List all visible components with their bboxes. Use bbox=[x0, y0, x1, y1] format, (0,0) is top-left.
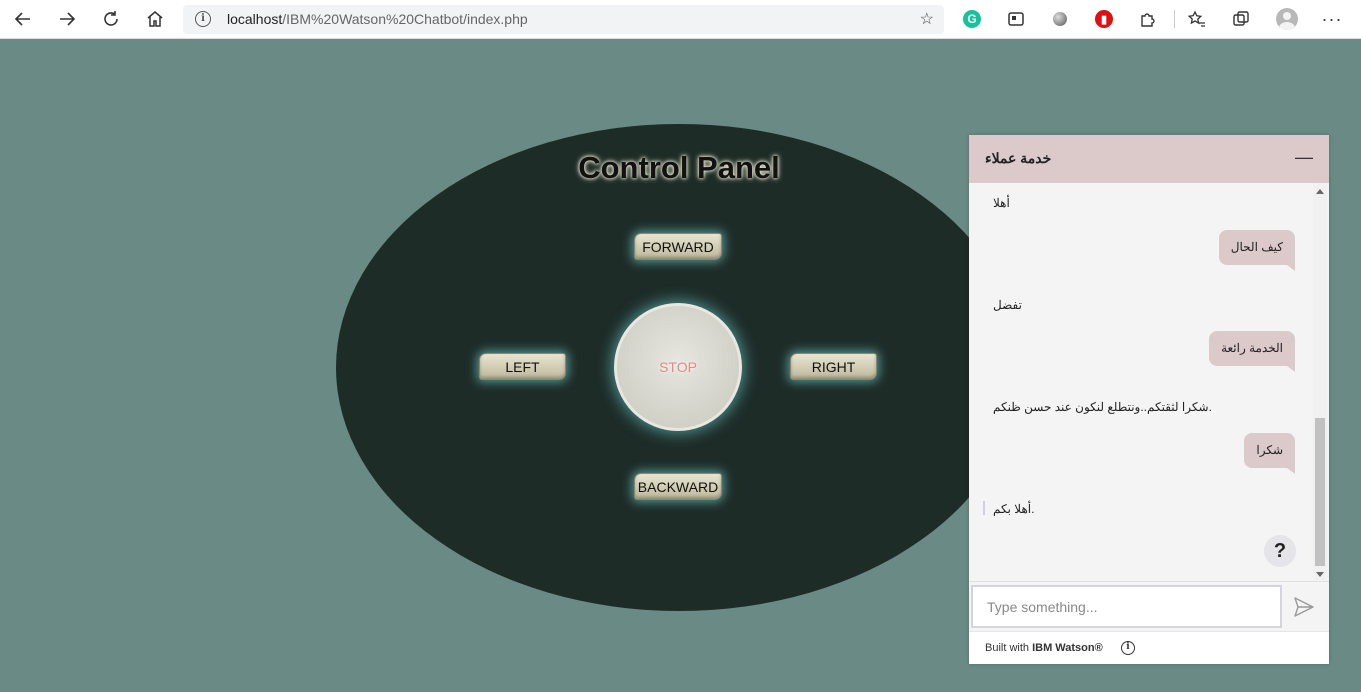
chat-widget: خدمة عملاء — أهلا كيف الحال تفضل الخدمة … bbox=[969, 135, 1329, 664]
profile-avatar[interactable] bbox=[1276, 8, 1298, 30]
bot-message: أهلا بكم. bbox=[993, 502, 1035, 516]
extensions-puzzle-icon[interactable] bbox=[1137, 8, 1159, 30]
built-with-text: Built with IBM Watson® bbox=[985, 642, 1103, 654]
extension-icon[interactable] bbox=[1005, 8, 1027, 30]
chat-message-input[interactable] bbox=[971, 585, 1282, 628]
stop-button[interactable]: STOP bbox=[614, 303, 742, 431]
chat-input-row bbox=[969, 581, 1329, 631]
right-button[interactable]: RIGHT bbox=[790, 353, 877, 380]
ibm-watson-brand: IBM Watson® bbox=[1032, 642, 1103, 654]
bot-message: أهلا bbox=[993, 196, 1010, 210]
user-message: شكرا bbox=[1244, 433, 1295, 474]
back-arrow-icon[interactable] bbox=[9, 5, 37, 33]
scrollbar-thumb[interactable] bbox=[1315, 418, 1325, 566]
forward-arrow-icon[interactable] bbox=[53, 5, 81, 33]
forward-button[interactable]: FORWARD bbox=[634, 233, 722, 260]
address-bar[interactable]: i localhost/IBM%20Watson%20Chatbot/index… bbox=[183, 5, 944, 34]
help-button[interactable]: ? bbox=[1264, 535, 1296, 567]
add-favorite-icon[interactable]: ☆ bbox=[920, 9, 934, 29]
grammarly-extension-icon[interactable]: G bbox=[963, 10, 981, 28]
left-button[interactable]: LEFT bbox=[479, 353, 566, 380]
record-extension-icon[interactable] bbox=[1053, 12, 1067, 26]
chat-footer: Built with IBM Watson® i bbox=[969, 631, 1329, 664]
adblock-extension-icon[interactable]: ▮ bbox=[1095, 10, 1113, 28]
url-text: localhost/IBM%20Watson%20Chatbot/index.p… bbox=[227, 11, 528, 27]
send-icon[interactable] bbox=[1293, 596, 1315, 618]
backward-button[interactable]: BACKWARD bbox=[634, 473, 722, 500]
info-icon[interactable]: i bbox=[1121, 641, 1135, 655]
chat-title: خدمة عملاء bbox=[985, 150, 1052, 166]
stop-label: STOP bbox=[659, 359, 697, 375]
favorites-icon[interactable] bbox=[1186, 8, 1208, 30]
reload-icon[interactable] bbox=[97, 5, 125, 33]
scroll-down-arrow-icon[interactable] bbox=[1316, 572, 1324, 577]
scroll-up-arrow-icon[interactable] bbox=[1316, 189, 1324, 194]
minimize-icon[interactable]: — bbox=[1295, 147, 1313, 168]
browser-toolbar: i localhost/IBM%20Watson%20Chatbot/index… bbox=[0, 0, 1361, 39]
chat-messages: أهلا كيف الحال تفضل الخدمة رائعة شكرا لث… bbox=[969, 183, 1329, 581]
toolbar-divider bbox=[1174, 10, 1175, 28]
more-menu-icon[interactable]: ··· bbox=[1321, 8, 1343, 30]
home-icon[interactable] bbox=[141, 5, 169, 33]
user-message: الخدمة رائعة bbox=[1209, 331, 1295, 372]
bot-message-marker bbox=[983, 501, 985, 515]
site-info-icon[interactable]: i bbox=[195, 11, 211, 27]
bot-message: شكرا لثقتكم..ونتطلع لنكون عند حسن ظنكم. bbox=[993, 400, 1212, 414]
user-message: كيف الحال bbox=[1218, 230, 1296, 271]
page-title: Control Panel bbox=[578, 150, 780, 185]
bot-message: تفضل bbox=[993, 298, 1022, 312]
chat-header: خدمة عملاء — bbox=[969, 135, 1329, 183]
collections-icon[interactable] bbox=[1230, 8, 1252, 30]
